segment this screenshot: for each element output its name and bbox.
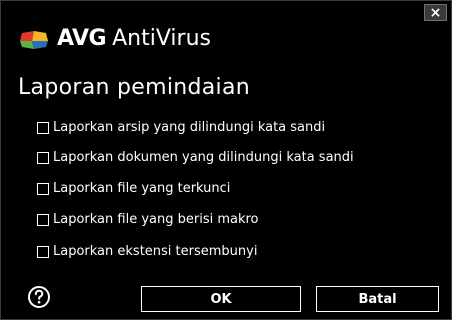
- title-bar: AVG AntiVirus ×: [1, 1, 451, 63]
- option-label: Laporkan file yang berisi makro: [53, 212, 259, 227]
- checkbox[interactable]: [37, 122, 49, 134]
- app-title: AVG AntiVirus: [57, 25, 211, 53]
- ok-button[interactable]: OK: [141, 286, 301, 312]
- brand-name: AVG: [57, 26, 107, 51]
- option-hidden-extensions[interactable]: Laporkan ekstensi tersembunyi: [37, 242, 257, 262]
- checkbox[interactable]: [37, 152, 49, 164]
- close-button[interactable]: ×: [424, 4, 447, 21]
- option-password-archives[interactable]: Laporkan arsip yang dilindungi kata sand…: [37, 118, 325, 138]
- option-label: Laporkan dokumen yang dilindungi kata sa…: [53, 150, 354, 165]
- cancel-button[interactable]: Batal: [316, 286, 439, 312]
- option-label: Laporkan file yang terkunci: [53, 181, 231, 196]
- avg-logo-icon: [20, 31, 48, 49]
- option-label: Laporkan arsip yang dilindungi kata sand…: [53, 120, 326, 135]
- option-label: Laporkan ekstensi tersembunyi: [53, 244, 258, 259]
- checkbox[interactable]: [37, 246, 49, 258]
- option-password-documents[interactable]: Laporkan dokumen yang dilindungi kata sa…: [37, 148, 354, 168]
- checkbox[interactable]: [37, 214, 49, 226]
- checkbox[interactable]: [37, 183, 49, 195]
- avg-settings-dialog: AVG AntiVirus × Laporan pemindaian Lapork…: [0, 0, 452, 320]
- product-name: AntiVirus: [112, 26, 211, 51]
- page-title: Laporan pemindaian: [18, 75, 250, 100]
- option-macro-files[interactable]: Laporkan file yang berisi makro: [37, 210, 259, 230]
- help-icon[interactable]: [27, 285, 51, 309]
- option-locked-files[interactable]: Laporkan file yang terkunci: [37, 179, 230, 199]
